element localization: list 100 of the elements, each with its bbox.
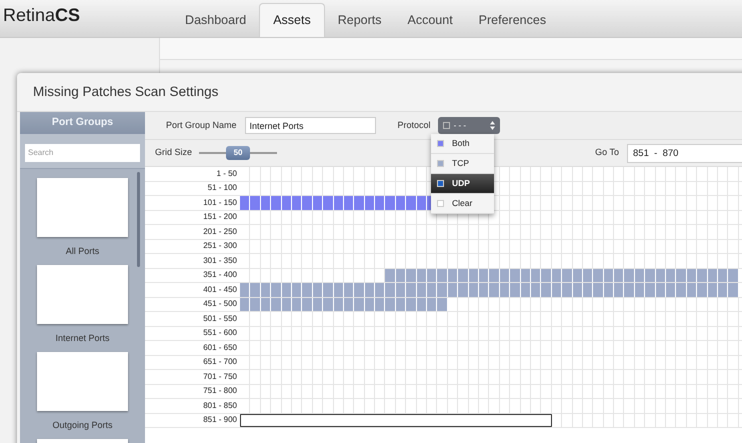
port-cell[interactable] <box>697 283 707 296</box>
selected-grid-cell[interactable] <box>468 414 479 427</box>
port-cell[interactable] <box>406 298 416 311</box>
port-cell[interactable] <box>728 268 738 282</box>
port-cell[interactable] <box>271 283 281 296</box>
port-cell[interactable] <box>458 283 468 296</box>
port-cell[interactable] <box>385 196 395 210</box>
port-cell[interactable] <box>437 268 447 282</box>
port-cell[interactable] <box>385 268 395 282</box>
selected-grid-cell[interactable] <box>396 414 406 427</box>
port-cell[interactable] <box>728 283 738 296</box>
port-cell[interactable] <box>437 283 447 296</box>
selected-grid-cell[interactable] <box>530 414 542 427</box>
port-cell[interactable] <box>645 268 655 282</box>
port-cell[interactable] <box>354 283 364 296</box>
port-group-thumbnail[interactable] <box>37 352 128 411</box>
port-cell[interactable] <box>666 283 676 296</box>
port-cell[interactable] <box>302 298 312 311</box>
port-group-thumbnail[interactable] <box>37 178 128 237</box>
scrollbar-thumb[interactable] <box>137 172 140 267</box>
port-cell[interactable] <box>593 268 603 282</box>
search-field[interactable]: Search <box>25 144 140 162</box>
port-cell[interactable] <box>406 196 416 210</box>
port-cell[interactable] <box>385 283 395 296</box>
protocol-option[interactable]: UDP <box>431 174 494 194</box>
port-cell[interactable] <box>406 268 416 282</box>
selected-grid-cell[interactable] <box>344 414 354 427</box>
port-cell[interactable] <box>375 196 384 210</box>
port-cell[interactable] <box>385 298 395 311</box>
port-cell[interactable] <box>240 298 250 311</box>
selected-grid-cell[interactable] <box>478 414 490 427</box>
selected-grid-cell[interactable] <box>240 414 250 427</box>
port-cell[interactable] <box>562 283 572 296</box>
go-to-field[interactable]: 851 - 870 <box>627 144 742 162</box>
port-cell[interactable] <box>624 283 634 296</box>
selected-grid-cell[interactable] <box>375 414 386 427</box>
selected-grid-cell[interactable] <box>416 414 428 427</box>
port-cell[interactable] <box>427 283 436 296</box>
selected-grid-cell[interactable] <box>520 414 531 427</box>
selected-grid-cell[interactable] <box>354 414 365 427</box>
port-cell[interactable] <box>624 268 634 282</box>
protocol-option[interactable]: Clear <box>431 194 494 214</box>
port-cell[interactable] <box>676 283 686 296</box>
port-cell[interactable] <box>302 283 312 296</box>
port-cell[interactable] <box>323 283 333 296</box>
port-cell[interactable] <box>697 268 707 282</box>
selected-grid-cell[interactable] <box>323 414 334 427</box>
selected-grid-cell[interactable] <box>448 414 458 427</box>
port-cell[interactable] <box>614 283 624 296</box>
port-cell[interactable] <box>240 196 250 210</box>
port-cell[interactable] <box>240 283 250 296</box>
selected-grid-cell[interactable] <box>271 414 282 427</box>
protocol-select[interactable]: - - - <box>438 117 500 134</box>
selected-grid-cell[interactable] <box>458 414 469 427</box>
port-cell[interactable] <box>510 268 520 282</box>
port-cell[interactable] <box>323 298 333 311</box>
port-cell[interactable] <box>458 268 468 282</box>
port-cell[interactable] <box>375 298 384 311</box>
selected-grid-cell[interactable] <box>334 414 344 427</box>
port-cell[interactable] <box>593 283 603 296</box>
selected-grid-cell[interactable] <box>260 414 272 427</box>
port-cell[interactable] <box>489 268 499 282</box>
port-cell[interactable] <box>271 196 281 210</box>
port-cell[interactable] <box>354 298 364 311</box>
selected-grid-cell[interactable] <box>500 414 510 427</box>
port-cell[interactable] <box>614 268 624 282</box>
port-cell[interactable] <box>323 196 333 210</box>
selected-grid-cell[interactable] <box>541 414 552 427</box>
port-cell[interactable] <box>489 283 499 296</box>
selected-grid-cell[interactable] <box>302 414 313 427</box>
port-cell[interactable] <box>645 283 655 296</box>
port-cell[interactable] <box>437 298 447 311</box>
port-cell[interactable] <box>354 196 364 210</box>
port-cell[interactable] <box>666 268 676 282</box>
port-cell[interactable] <box>676 268 686 282</box>
port-cell[interactable] <box>562 268 572 282</box>
protocol-option[interactable]: Both <box>431 134 494 154</box>
selected-grid-cell[interactable] <box>312 414 324 427</box>
nav-tab[interactable]: Dashboard <box>172 3 260 37</box>
selected-grid-cell[interactable] <box>489 414 500 427</box>
port-cell[interactable] <box>250 283 260 296</box>
nav-tab[interactable]: Preferences <box>466 3 560 37</box>
selected-grid-cell[interactable] <box>385 414 396 427</box>
port-group-name-field[interactable]: Internet Ports <box>244 117 376 134</box>
port-cell[interactable] <box>541 268 551 282</box>
port-cell[interactable] <box>250 298 260 311</box>
port-cell[interactable] <box>406 283 416 296</box>
port-cell[interactable] <box>541 283 551 296</box>
selected-grid-cell[interactable] <box>427 414 438 427</box>
selected-grid-cell[interactable] <box>437 414 448 427</box>
selected-grid-cell[interactable] <box>364 414 376 427</box>
port-cell[interactable] <box>302 196 312 210</box>
port-cell[interactable] <box>271 298 281 311</box>
selected-grid-cell[interactable] <box>282 414 292 427</box>
port-cell[interactable] <box>510 283 520 296</box>
port-cell[interactable] <box>375 283 384 296</box>
nav-tab[interactable]: Account <box>394 3 466 37</box>
selected-grid-cell[interactable] <box>292 414 302 427</box>
selected-grid-cell[interactable] <box>406 414 417 427</box>
nav-tab[interactable]: Reports <box>324 3 394 37</box>
